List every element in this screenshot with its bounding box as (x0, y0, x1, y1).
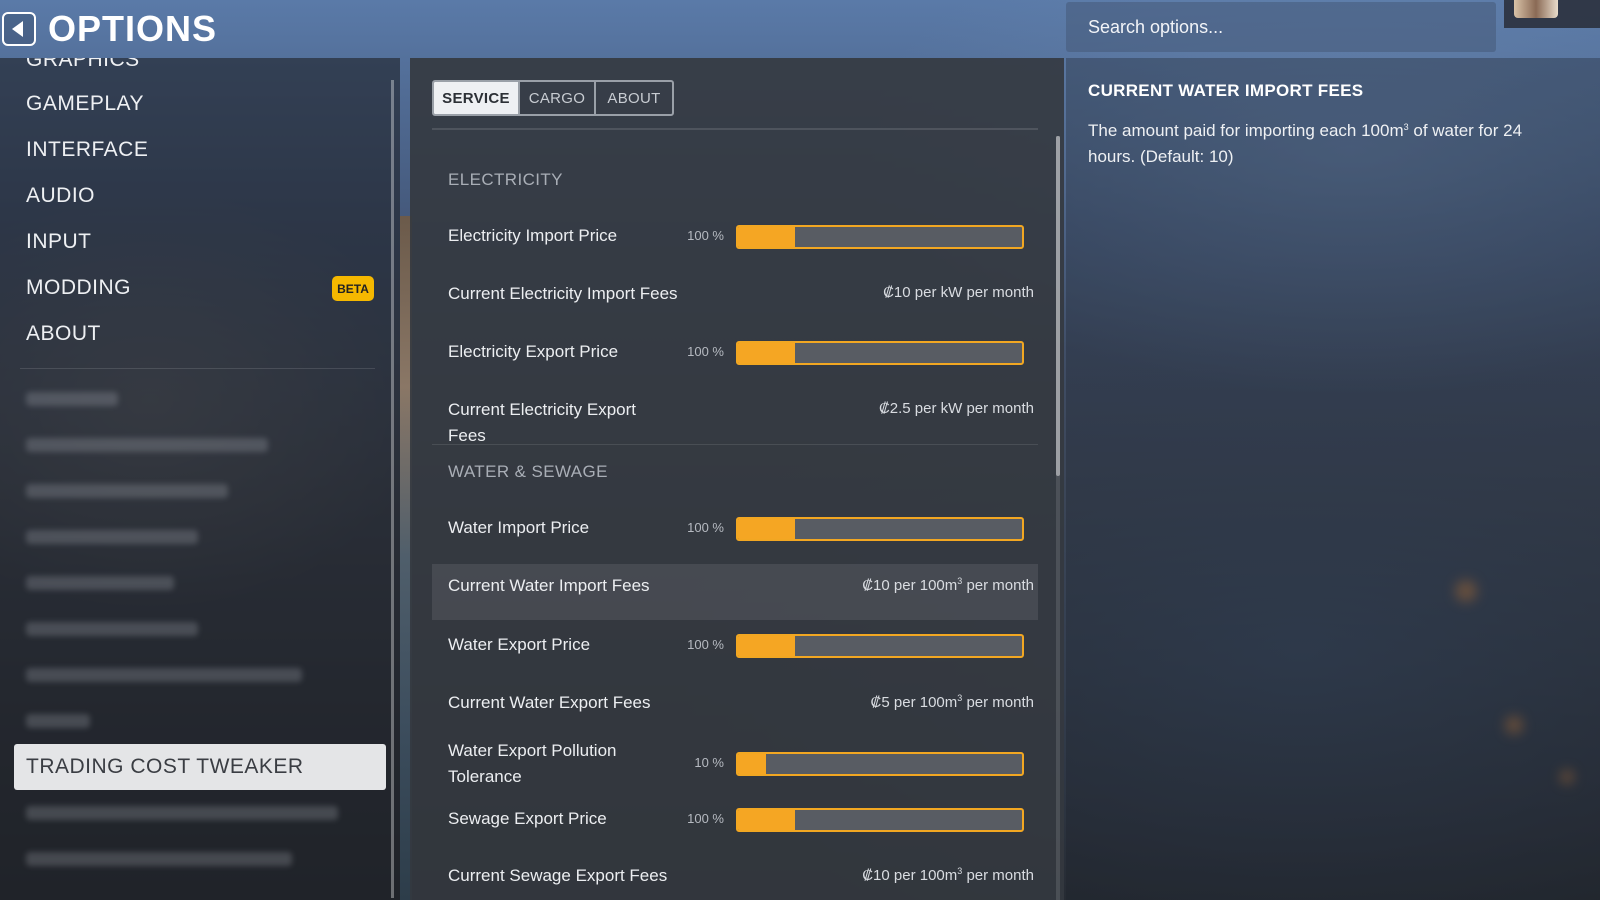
beta-badge: BETA (332, 276, 374, 301)
setting-label: Sewage Export Price (448, 809, 607, 828)
slider-percent: 10 % (694, 755, 724, 770)
slider-fill (738, 636, 795, 656)
setting-label: Water Import Price (448, 518, 590, 537)
description-title: CURRENT WATER IMPORT FEES (1088, 81, 1364, 100)
sidebar-item-graphics[interactable]: GRAPHICS (26, 58, 140, 72)
user-profile[interactable] (1504, 0, 1600, 28)
slider-percent: 100 % (687, 228, 724, 243)
sidebar-divider (20, 368, 375, 369)
sidebar-item-input[interactable]: INPUT (26, 230, 92, 254)
avatar[interactable] (1514, 0, 1558, 18)
slider-fill (738, 519, 795, 539)
fee-value: ₡10 per kW per month (883, 284, 1034, 301)
sidebar-mod-item[interactable] (26, 806, 338, 820)
section-divider (432, 444, 1038, 445)
setting-label: Water Export Pollution Tolerance (448, 741, 617, 786)
sidebar-mod-item[interactable] (26, 530, 198, 544)
water-export-price-slider[interactable] (736, 634, 1024, 658)
tab-about[interactable]: ABOUT (596, 82, 672, 114)
tab-bar: SERVICE CARGO ABOUT (432, 80, 674, 116)
sidebar-mod-item[interactable] (26, 668, 302, 682)
search-box[interactable] (1066, 2, 1496, 52)
back-arrow-icon (12, 21, 23, 37)
tabs-divider (432, 128, 1038, 130)
sewage-export-price-slider[interactable] (736, 808, 1024, 832)
slider-percent: 100 % (687, 811, 724, 826)
sidebar-item-interface[interactable]: INTERFACE (26, 138, 148, 162)
sidebar-item-modding[interactable]: MODDING (26, 276, 131, 300)
scrollbar-thumb[interactable] (1056, 136, 1060, 476)
water-import-price-slider[interactable] (736, 517, 1024, 541)
sidebar: GRAPHICS GAMEPLAY INTERFACE AUDIO INPUT … (0, 58, 400, 900)
sidebar-mod-item[interactable] (26, 714, 90, 728)
page-title: OPTIONS (48, 8, 218, 49)
settings-panel: SERVICE CARGO ABOUT ELECTRICITY Electric… (410, 58, 1064, 900)
setting-label: Current Sewage Export Fees (448, 866, 668, 885)
setting-label: Current Water Export Fees (448, 693, 651, 712)
sidebar-scrollbar[interactable] (391, 80, 394, 898)
slider-percent: 100 % (687, 637, 724, 652)
sidebar-mod-item[interactable] (26, 576, 174, 590)
slider-percent: 100 % (687, 344, 724, 359)
slider-fill (738, 754, 767, 774)
electricity-import-price-slider[interactable] (736, 225, 1024, 249)
tab-cargo[interactable]: CARGO (520, 82, 596, 114)
sidebar-item-gameplay[interactable]: GAMEPLAY (26, 92, 144, 116)
setting-label: Current Electricity Export Fees (448, 400, 636, 445)
sidebar-mod-item[interactable] (26, 622, 198, 636)
sidebar-mod-item[interactable] (26, 484, 228, 498)
sidebar-mod-item[interactable] (26, 438, 268, 452)
fee-value: ₡10 per 100m3 per month (862, 866, 1034, 884)
search-input[interactable] (1088, 16, 1496, 38)
top-bar: OPTIONS (0, 0, 1600, 58)
slider-fill (738, 810, 795, 830)
sidebar-item-about[interactable]: ABOUT (26, 322, 101, 346)
sidebar-mod-item[interactable] (26, 392, 118, 406)
setting-label: Water Export Price (448, 635, 591, 654)
section-title-water-sewage: WATER & SEWAGE (448, 462, 608, 481)
sidebar-mod-item[interactable] (26, 852, 292, 866)
setting-label: Current Electricity Import Fees (448, 284, 678, 303)
fee-value: ₡5 per 100m3 per month (870, 693, 1034, 711)
electricity-export-price-slider[interactable] (736, 341, 1024, 365)
water-export-pollution-tolerance-slider[interactable] (736, 752, 1024, 776)
fee-value: ₡10 per 100m3 per month (862, 576, 1034, 594)
tab-service[interactable]: SERVICE (434, 82, 520, 114)
description-panel: CURRENT WATER IMPORT FEES The amount pai… (1066, 58, 1600, 900)
slider-percent: 100 % (687, 520, 724, 535)
sidebar-item-trading-cost-tweaker[interactable]: TRADING COST TWEAKER (14, 744, 386, 790)
fee-value: ₡2.5 per kW per month (878, 400, 1034, 417)
setting-label: Electricity Import Price (448, 226, 618, 245)
section-title-electricity: ELECTRICITY (448, 170, 563, 189)
setting-label: Electricity Export Price (448, 342, 619, 361)
sidebar-item-audio[interactable]: AUDIO (26, 184, 95, 208)
setting-label: Current Water Import Fees (448, 576, 650, 595)
slider-fill (738, 343, 795, 363)
slider-fill (738, 227, 795, 247)
description-text: The amount paid for importing each 100m3… (1088, 121, 1523, 166)
back-button[interactable] (2, 12, 36, 46)
